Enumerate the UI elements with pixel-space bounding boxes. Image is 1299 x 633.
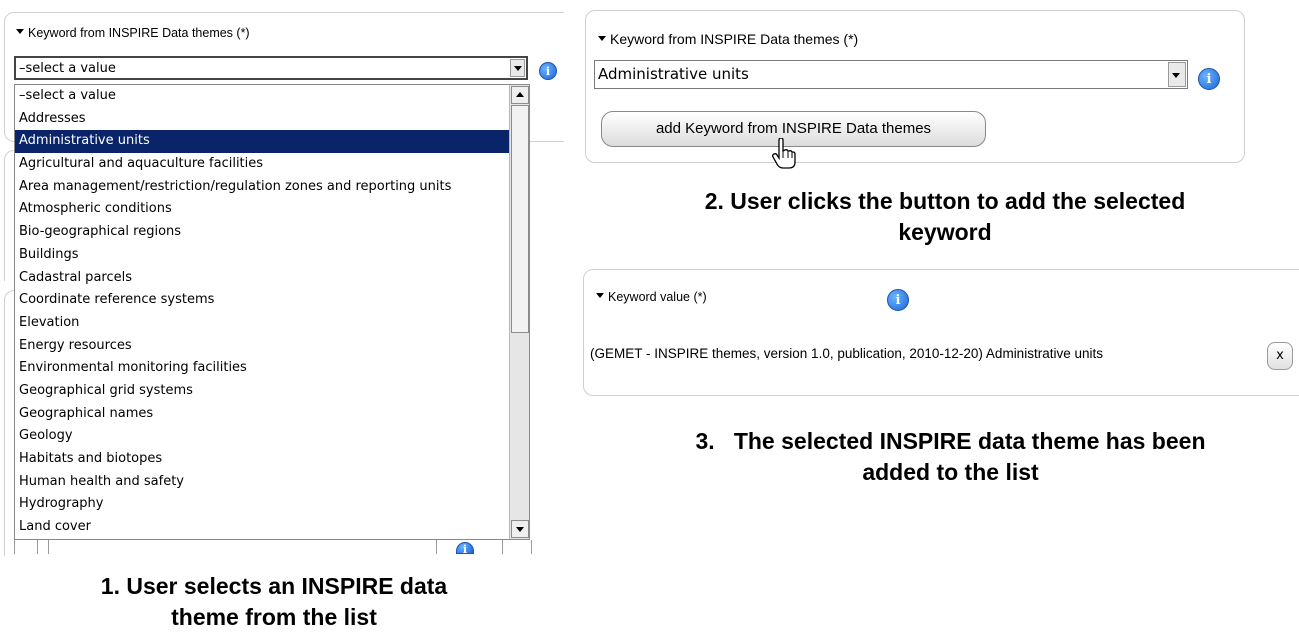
scroll-thumb[interactable] [511,105,529,333]
dropdown-option[interactable]: Cadastral parcels [15,267,529,290]
dropdown-items: –select a value Addresses Administrative u… [15,85,529,539]
info-icon[interactable]: i [456,542,474,556]
background-column-line [37,540,38,554]
step1-select-value: –select a value [19,61,116,76]
dropdown-option[interactable]: Hydrography [15,493,529,516]
dropdown-option[interactable]: Atmospheric conditions [15,198,529,221]
remove-keyword-button[interactable]: x [1267,342,1293,370]
background-field-fragment [14,540,532,554]
info-icon[interactable]: i [539,62,557,80]
dropdown-option[interactable]: Geology [15,425,529,448]
step1-select[interactable]: –select a value [14,56,528,80]
step3-caption: 3. The selected INSPIRE data theme has b… [602,426,1299,488]
step2-field-label-text: Keyword from INSPIRE Data themes (*) [610,31,859,47]
dropdown-option[interactable]: Energy resources [15,335,529,358]
step1-field-label[interactable]: Keyword from INSPIRE Data themes (*) [16,26,250,40]
dropdown-option[interactable]: Elevation [15,312,529,335]
dropdown-option[interactable]: –select a value [15,85,529,108]
triangle-down-icon[interactable] [598,36,606,41]
step1-caption-line2: theme from the list [171,604,377,630]
step1-caption-line1: 1. User selects an INSPIRE data [100,573,448,599]
step2-caption-line1: 2. User clicks the button to add the sel… [704,188,1186,214]
step1-field-label-text: Keyword from INSPIRE Data themes (*) [28,26,250,40]
step2-select[interactable]: Administrative units [594,60,1188,89]
step3-field-label[interactable]: Keyword value (*) [596,290,707,304]
chevron-down-icon[interactable] [510,59,525,77]
dropdown-option[interactable]: Administrative units [15,130,529,154]
dropdown-option[interactable]: Bio-geographical regions [15,221,529,244]
dropdown-option[interactable]: Geographical names [15,403,529,426]
info-icon[interactable]: i [887,289,909,311]
dropdown-option[interactable]: Agricultural and aquaculture facilities [15,153,529,176]
step2-caption-line2: keyword [898,219,992,245]
step3-keyword-value: (GEMET - INSPIRE themes, version 1.0, pu… [590,346,1103,361]
background-column-line [48,540,49,554]
step3-caption-line2: added to the list [862,459,1039,485]
triangle-down-icon[interactable] [16,29,24,34]
dropdown-option[interactable]: Land cover [15,516,529,539]
background-column-line [436,540,437,554]
step3-caption-line1: 3. The selected INSPIRE data theme has b… [695,428,1206,454]
dropdown-option[interactable]: Coordinate reference systems [15,289,529,312]
hand-pointer-icon [772,138,796,169]
step1-dropdown-list[interactable]: –select a value Addresses Administrative u… [14,84,530,540]
step2-field-label[interactable]: Keyword from INSPIRE Data themes (*) [598,31,858,47]
info-icon[interactable]: i [1198,68,1220,90]
scroll-up-icon[interactable] [511,86,529,104]
dropdown-option[interactable]: Human health and safety [15,471,529,494]
dropdown-option[interactable]: Environmental monitoring facilities [15,357,529,380]
dropdown-scrollbar[interactable] [509,85,529,539]
dropdown-option[interactable]: Addresses [15,108,529,131]
dropdown-option[interactable]: Habitats and biotopes [15,448,529,471]
scroll-down-icon[interactable] [511,520,529,538]
step3-field-label-text: Keyword value (*) [608,290,707,304]
dropdown-option[interactable]: Geographical grid systems [15,380,529,403]
dropdown-option[interactable]: Area management/restriction/regulation z… [15,176,529,199]
dropdown-option[interactable]: Buildings [15,244,529,267]
chevron-down-icon[interactable] [1168,62,1186,87]
step1-caption: 1. User selects an INSPIRE data theme fr… [14,571,534,633]
triangle-down-icon[interactable] [596,293,604,298]
background-column-line [502,540,503,554]
step3-panel [583,269,1299,396]
step2-select-value: Administrative units [598,65,749,83]
step2-caption: 2. User clicks the button to add the sel… [600,186,1290,248]
